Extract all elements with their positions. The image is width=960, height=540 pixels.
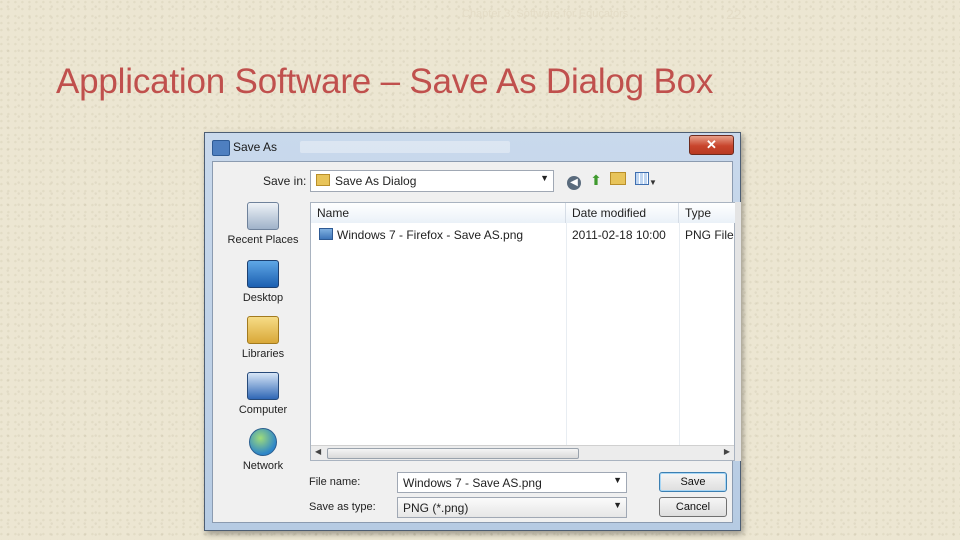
save-in-label: Save in: [263,174,307,188]
slide-footer: Chapter 3: Software for Educators [462,8,629,20]
file-name-input[interactable]: Windows 7 - Save AS.png ▼ [397,472,627,493]
folder-icon [316,174,330,186]
titlebar-ghost-region [300,141,510,153]
close-icon: ✕ [706,137,717,152]
file-name-label: File name: [309,476,361,488]
file-name: Windows 7 - Firefox - Save AS.png [337,228,524,242]
scrollbar-thumb[interactable] [327,448,579,459]
file-type-cell: PNG File [685,228,734,242]
place-label: Recent Places [227,234,299,246]
save-as-type-label: Save as type: [309,501,376,513]
place-label: Desktop [242,292,284,304]
dialog-app-icon [212,140,230,156]
save-as-dialog: Save As ✕ Save in: Save As Dialog ▼ ◀ ⬆ … [204,132,741,531]
slide-title: Application Software – Save As Dialog Bo… [56,62,714,101]
dialog-body: Save in: Save As Dialog ▼ ◀ ⬆ ▼ Recent P… [212,161,741,523]
slide-page-number: 22 [726,6,742,22]
vertical-scrollbar-edge[interactable] [735,202,741,461]
scroll-left-icon[interactable]: ◀ [315,447,321,456]
column-divider [566,223,567,446]
file-list[interactable]: Name Date modified Type Windows 7 - Fire… [310,202,736,461]
new-folder-button[interactable] [609,171,627,189]
column-divider [679,223,680,446]
dialog-title: Save As [233,140,278,154]
place-computer[interactable]: Computer [221,372,305,416]
scroll-right-icon[interactable]: ▶ [724,447,730,456]
close-button[interactable]: ✕ [689,135,734,155]
cancel-button[interactable]: Cancel [659,497,727,517]
back-button[interactable]: ◀ [565,171,583,190]
save-button[interactable]: Save [659,472,727,492]
place-label: Libraries [241,348,285,360]
horizontal-scrollbar[interactable]: ◀ ▶ [311,445,734,460]
up-folder-button[interactable]: ⬆ [587,171,605,189]
view-menu-icon [635,172,650,185]
save-in-dropdown[interactable]: Save As Dialog ▼ [310,170,554,192]
back-arrow-icon: ◀ [567,176,581,190]
computer-icon [247,372,279,400]
file-date-cell: 2011-02-18 10:00 [572,228,666,242]
column-header-name[interactable]: Name [311,203,566,223]
png-file-icon [319,228,333,240]
chevron-down-icon: ▼ [540,173,549,183]
save-in-value: Save As Dialog [335,174,417,188]
network-icon [249,428,277,456]
save-as-type-dropdown[interactable]: PNG (*.png) ▼ [397,497,627,518]
column-header-date-modified[interactable]: Date modified [566,203,679,223]
file-name-cell: Windows 7 - Firefox - Save AS.png [319,228,523,242]
place-recent-places[interactable]: Recent Places [221,202,305,246]
save-as-type-value: PNG (*.png) [403,501,469,515]
column-header-type[interactable]: Type [679,203,736,223]
place-desktop[interactable]: Desktop [221,260,305,304]
dialog-titlebar[interactable]: Save As ✕ [205,133,740,161]
view-menu-button[interactable]: ▼ [633,171,659,189]
place-label: Network [242,460,284,472]
view-dropdown-arrow-icon: ▼ [649,178,657,187]
places-bar: Recent Places Desktop Libraries Computer… [221,202,305,486]
desktop-icon [247,260,279,288]
new-folder-icon [610,172,626,185]
recent-places-icon [247,202,279,230]
chevron-down-icon[interactable]: ▼ [613,475,622,485]
place-libraries[interactable]: Libraries [221,316,305,360]
up-folder-icon: ⬆ [590,172,602,188]
place-label: Computer [238,404,288,416]
file-name-value: Windows 7 - Save AS.png [403,476,542,490]
chevron-down-icon: ▼ [613,500,622,510]
place-network[interactable]: Network [221,428,305,472]
libraries-icon [247,316,279,344]
